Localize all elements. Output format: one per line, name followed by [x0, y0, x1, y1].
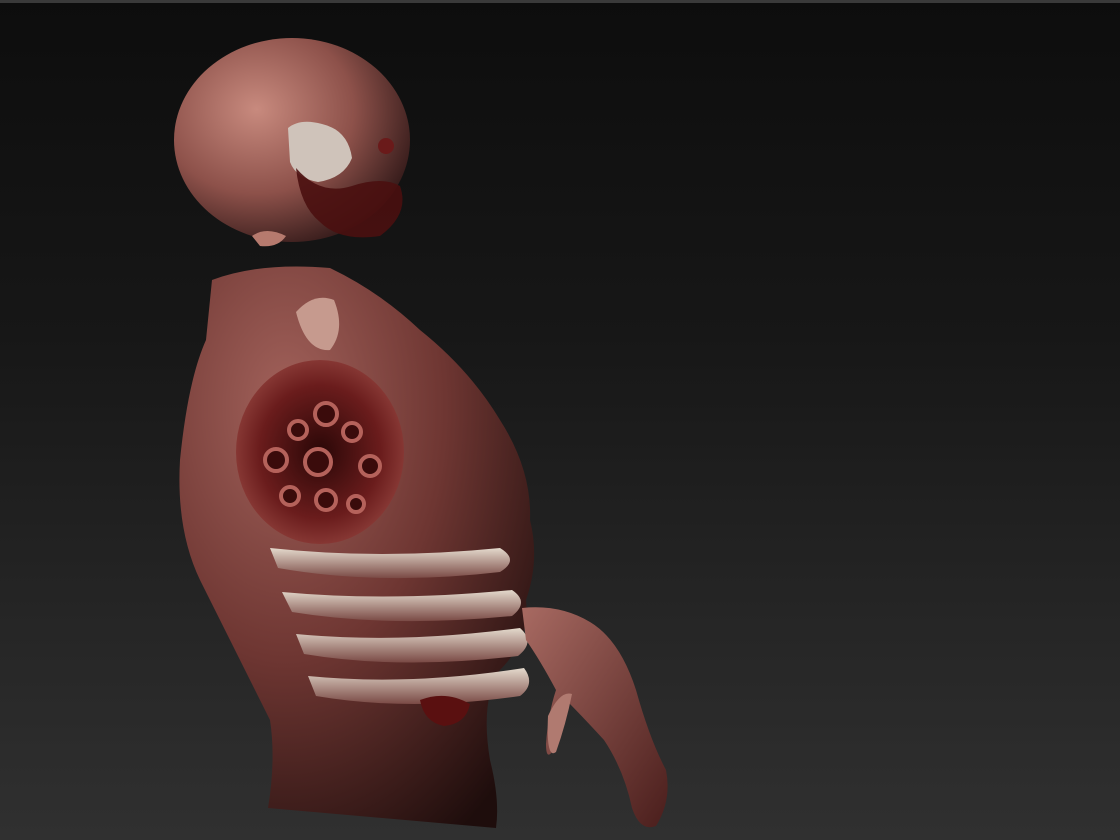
torso-mesh: [179, 266, 535, 828]
head-mesh: [174, 38, 410, 247]
arm-mesh: [522, 607, 668, 828]
sculpt-viewport[interactable]: [0, 0, 1120, 840]
creature-model[interactable]: [0, 0, 1120, 840]
